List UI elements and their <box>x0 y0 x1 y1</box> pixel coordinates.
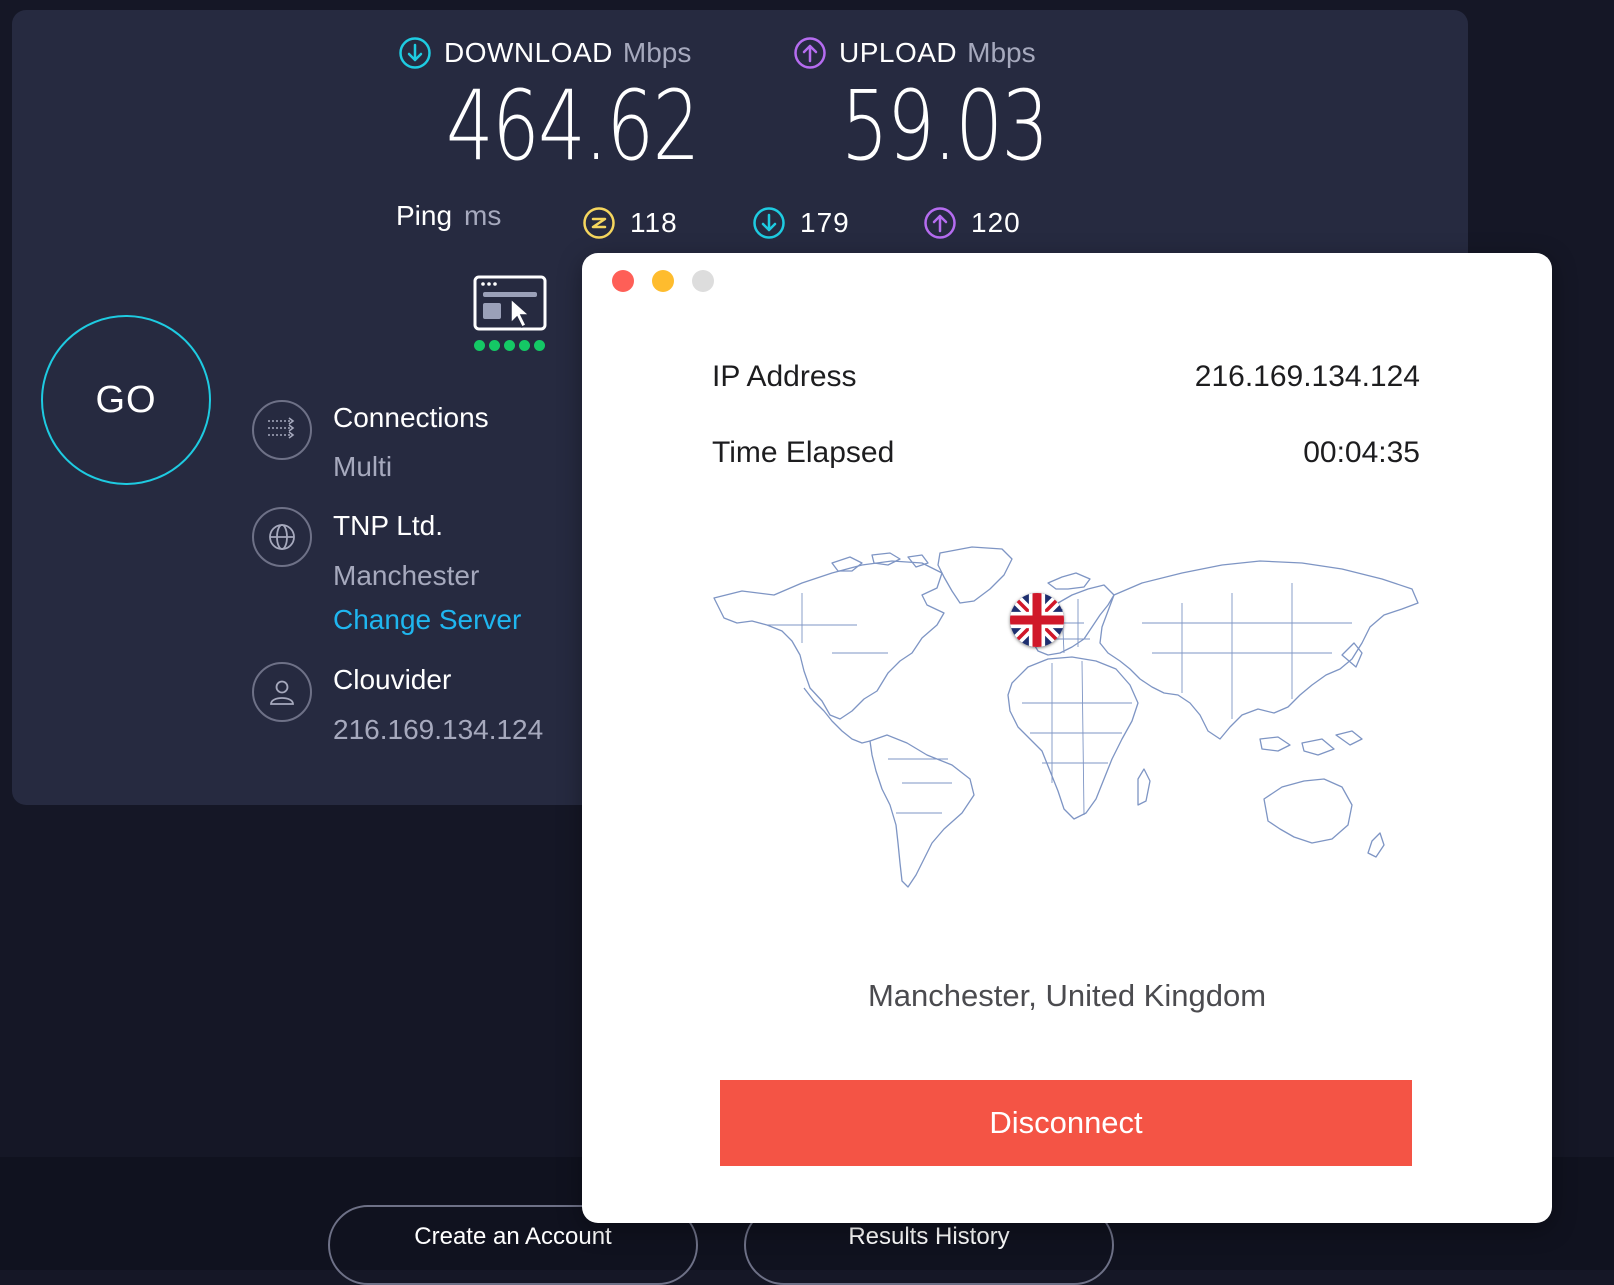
close-window-button[interactable] <box>612 270 634 292</box>
signal-dot <box>534 340 545 351</box>
time-elapsed-label: Time Elapsed <box>712 436 895 469</box>
go-button[interactable]: GO <box>41 315 211 485</box>
change-server-link[interactable]: Change Server <box>333 604 521 636</box>
time-elapsed-value: 00:04:35 <box>1303 436 1420 469</box>
upload-label: UPLOAD <box>839 37 958 68</box>
download-arrow-icon <box>399 37 431 69</box>
ping-download-icon <box>753 207 785 239</box>
results-history-label: Results History <box>848 1223 1010 1250</box>
provider-ip: 216.169.134.124 <box>333 714 544 745</box>
minimize-window-button[interactable] <box>652 270 674 292</box>
ping-upload-icon <box>924 207 956 239</box>
upload-unit: Mbps <box>967 37 1036 68</box>
ping-jitter-icon <box>583 207 615 239</box>
download-header: DOWNLOAD Mbps <box>398 36 691 70</box>
upload-arrow-icon <box>794 37 826 69</box>
connections-icon <box>252 400 312 460</box>
server-title: TNP Ltd. <box>333 510 443 541</box>
location-label: Manchester, United Kingdom <box>867 978 1267 1013</box>
ip-address-label: IP Address <box>712 360 857 393</box>
ping-idle-value: 118 <box>630 207 678 238</box>
disconnect-button[interactable]: Disconnect <box>720 1080 1412 1166</box>
ping-unit: ms <box>464 200 502 231</box>
upload-header: UPLOAD Mbps <box>793 36 1036 70</box>
server-select-icon[interactable] <box>473 275 547 338</box>
ip-address-value: 216.169.134.124 <box>1194 360 1420 393</box>
ping-upload-value: 120 <box>971 207 1021 238</box>
ping-idle: 118 <box>582 206 678 240</box>
download-label: DOWNLOAD <box>444 37 613 68</box>
upload-value: 59.03 <box>841 70 1049 182</box>
signal-dot <box>474 340 485 351</box>
vpn-window: IP Address 216.169.134.124 Time Elapsed … <box>582 253 1552 1223</box>
user-icon <box>252 662 312 722</box>
world-map <box>713 546 1419 888</box>
ping-label: Ping <box>396 200 453 231</box>
create-account-label: Create an Account <box>414 1223 612 1250</box>
ping-download-value: 179 <box>800 207 850 238</box>
download-unit: Mbps <box>622 37 692 68</box>
provider-title: Clouvider <box>333 664 452 695</box>
signal-dots <box>474 340 545 351</box>
zoom-window-button[interactable] <box>692 270 714 292</box>
signal-dot <box>504 340 515 351</box>
signal-dot <box>519 340 530 351</box>
download-value: 464.62 <box>446 70 700 182</box>
connections-title: Connections <box>333 402 489 433</box>
server-city: Manchester <box>333 560 480 591</box>
signal-dot <box>489 340 500 351</box>
ping-upload: 120 <box>923 206 1021 240</box>
connections-value[interactable]: Multi <box>333 451 392 483</box>
globe-icon <box>252 507 312 567</box>
ping-header: Ping ms <box>396 200 501 232</box>
ping-download: 179 <box>752 206 850 240</box>
uk-flag-icon <box>1010 593 1064 647</box>
